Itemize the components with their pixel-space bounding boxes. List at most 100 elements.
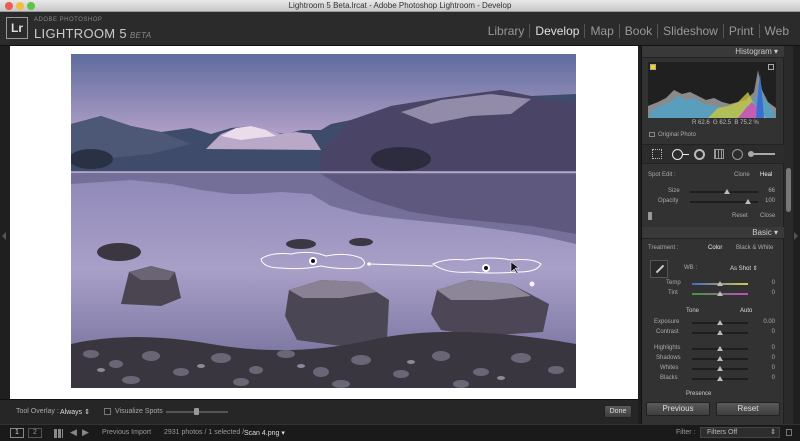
module-picker: Library Develop Map Book Slideshow Print… — [483, 24, 794, 38]
landscape-image — [71, 54, 576, 388]
spot-close-button[interactable]: Close — [760, 213, 775, 219]
module-map[interactable]: Map — [584, 24, 618, 38]
visualize-threshold-knob[interactable] — [194, 408, 199, 415]
brand-subtitle: ADOBE PHOTOSHOP — [34, 17, 103, 23]
wb-value: As Shot — [730, 266, 752, 272]
heal-option[interactable]: Heal — [760, 172, 772, 178]
tool-strip — [642, 144, 784, 164]
graduated-filter-icon[interactable] — [714, 149, 724, 159]
reset-button[interactable]: Reset — [716, 402, 780, 416]
develop-toolbar: Tool Overlay : Always ⇕ Visualize Spots … — [0, 399, 638, 424]
contrast-value[interactable]: 0 — [772, 329, 775, 335]
tint-value[interactable]: 0 — [772, 290, 775, 296]
highlights-knob[interactable] — [717, 346, 723, 351]
treatment-color[interactable]: Color — [708, 245, 722, 251]
filmstrip-bar: 1 2 ◀ ▶ Previous Import 2931 photos / 1 … — [0, 424, 800, 441]
spot-size-value[interactable]: 66 — [768, 188, 775, 194]
shadows-value[interactable]: 0 — [772, 355, 775, 361]
updown-arrows-icon: ⇕ — [770, 429, 776, 436]
module-web[interactable]: Web — [758, 24, 794, 38]
temp-value[interactable]: 0 — [772, 280, 775, 286]
right-panel-edge — [793, 46, 800, 424]
radial-filter-icon[interactable] — [732, 149, 743, 160]
contrast-label: Contrast — [656, 329, 679, 335]
spot-edit-toggle-icon[interactable] — [648, 212, 652, 220]
shadow-clipping-indicator[interactable] — [650, 64, 656, 70]
contrast-knob[interactable] — [717, 330, 723, 335]
tool-overlay-select[interactable]: Always ⇕ — [60, 408, 90, 416]
highlight-clipping-indicator[interactable] — [768, 64, 774, 70]
lightroom-logo: Lr — [6, 17, 28, 39]
presence-label: Presence — [686, 391, 712, 397]
visualize-spots-label: Visualize Spots — [115, 408, 163, 415]
histogram-header[interactable]: Histogram ▾ — [642, 46, 784, 58]
shadows-knob[interactable] — [717, 356, 723, 361]
spot-removal-icon[interactable] — [672, 149, 683, 160]
exposure-knob[interactable] — [717, 320, 723, 325]
left-panel-toggle-icon[interactable] — [2, 232, 6, 240]
spot-opacity-value[interactable]: 100 — [765, 198, 775, 204]
whites-knob[interactable] — [717, 366, 723, 371]
highlights-value[interactable]: 0 — [772, 345, 775, 351]
grid-view-icon[interactable] — [54, 429, 63, 438]
tone-label: Tone — [686, 308, 700, 314]
spot-opacity-knob[interactable] — [745, 199, 751, 204]
filter-select[interactable]: Filters Off ⇕ — [700, 427, 780, 438]
original-photo-icon — [649, 132, 655, 137]
module-slideshow[interactable]: Slideshow — [657, 24, 723, 38]
updown-arrows-icon: ⇕ — [84, 409, 91, 416]
photo-preview[interactable] — [71, 54, 576, 388]
previous-import-label[interactable]: Previous Import — [102, 429, 151, 436]
red-eye-icon[interactable] — [694, 149, 705, 160]
panel-scrollbar[interactable] — [784, 46, 793, 424]
right-panel-toggle-icon[interactable] — [794, 232, 798, 240]
visualize-spots-checkbox[interactable] — [104, 408, 111, 415]
exposure-value[interactable]: 0.00 — [763, 319, 775, 325]
lock-icon[interactable] — [786, 429, 792, 436]
spot-reset-button[interactable]: Reset — [732, 213, 748, 219]
white-balance-eyedropper-icon[interactable] — [650, 260, 668, 278]
right-panel: Histogram ▾ R 62.6 G 62.5 B 75.2 % Origi… — [641, 46, 784, 424]
done-button[interactable]: Done — [604, 405, 632, 418]
blacks-value[interactable]: 0 — [772, 375, 775, 381]
treatment-label: Treatment : — [648, 245, 679, 251]
tint-label: Tint — [668, 290, 678, 296]
tool-overlay-label: Tool Overlay : — [16, 408, 59, 415]
forward-arrow-icon[interactable]: ▶ — [82, 427, 89, 438]
basic-header[interactable]: Basic ▾ — [642, 227, 784, 239]
whites-value[interactable]: 0 — [772, 365, 775, 371]
treatment-bw[interactable]: Black & White — [736, 245, 773, 251]
filename-value: Scan 4.png — [244, 430, 280, 437]
module-book[interactable]: Book — [618, 24, 657, 38]
spot-opacity-label: Opacity — [658, 198, 679, 204]
module-bar: Lr ADOBE PHOTOSHOP LIGHTROOM 5 BETA Libra… — [0, 12, 800, 46]
tint-knob[interactable] — [717, 291, 723, 296]
wb-select[interactable]: As Shot ⇕ — [730, 265, 758, 272]
panel-scrollbar-thumb[interactable] — [786, 168, 791, 212]
spot-size-knob[interactable] — [724, 189, 730, 194]
filename-select[interactable]: Scan 4.png ▾ — [244, 429, 285, 437]
temp-knob[interactable] — [717, 281, 723, 286]
module-develop[interactable]: Develop — [529, 24, 584, 38]
wb-label: WB : — [684, 265, 697, 271]
histogram-graph — [648, 70, 776, 118]
back-arrow-icon[interactable]: ◀ — [70, 427, 77, 438]
auto-tone-button[interactable]: Auto — [740, 308, 752, 314]
tool-overlay-value: Always — [60, 409, 83, 416]
window-title: Lightroom 5 Beta.lrcat - Adobe Photoshop… — [288, 1, 512, 10]
previous-button[interactable]: Previous — [646, 402, 710, 416]
blacks-knob[interactable] — [717, 376, 723, 381]
whites-label: Whites — [660, 365, 679, 371]
histogram-chart[interactable] — [648, 62, 776, 118]
module-print[interactable]: Print — [722, 24, 759, 38]
clone-option[interactable]: Clone — [734, 172, 750, 178]
triangle-down-icon: ▾ — [773, 228, 778, 237]
spot-edit-label: Spot Edit : — [648, 172, 676, 178]
page-1-button[interactable]: 1 — [10, 428, 24, 438]
module-library[interactable]: Library — [483, 24, 530, 38]
updown-arrows-icon: ⇕ — [752, 266, 758, 272]
page-2-button[interactable]: 2 — [28, 428, 42, 438]
filter-value: Filters Off — [707, 429, 738, 436]
crop-overlay-icon[interactable] — [652, 149, 662, 159]
adjustment-brush-icon[interactable] — [748, 151, 778, 157]
